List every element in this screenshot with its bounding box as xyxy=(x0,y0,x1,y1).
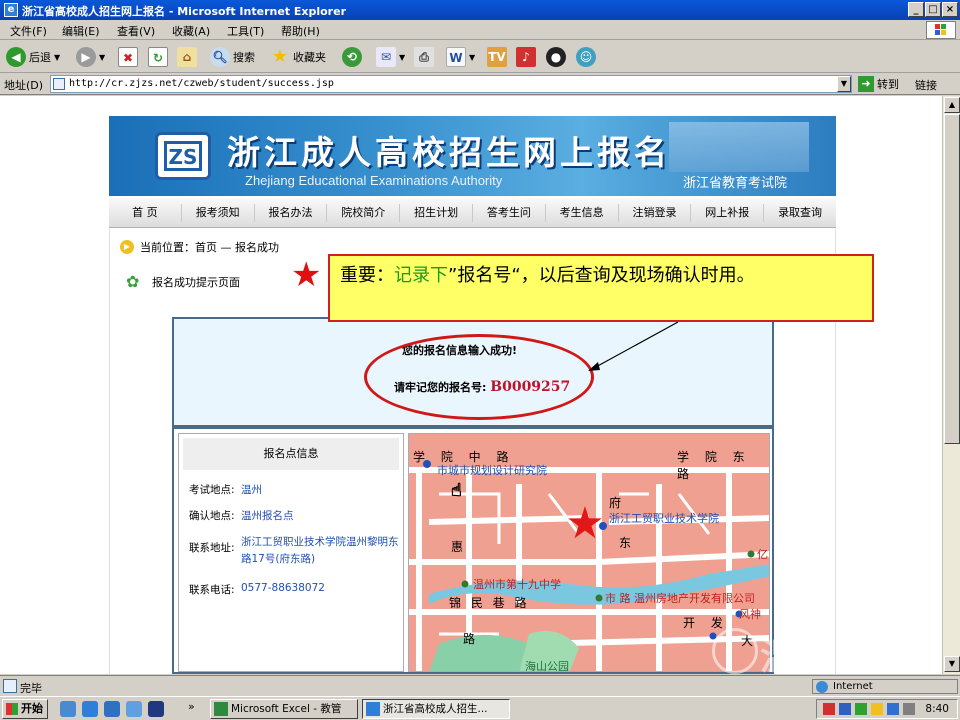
callout-star-icon: ★ xyxy=(291,255,322,295)
watermark: 温州大学 xyxy=(760,636,929,678)
refresh-icon: ↻ xyxy=(148,47,168,67)
refresh-button[interactable]: ↻ xyxy=(148,46,168,68)
important-callout: 重要：记录下”报名号“，以后查询及现场确认时用。 xyxy=(328,254,874,322)
home-button[interactable]: ⌂ xyxy=(177,46,197,68)
security-zone: Internet xyxy=(812,679,958,694)
system-tray: 8:40 xyxy=(816,699,958,719)
status-text: 完毕 xyxy=(20,682,42,695)
scroll-down-icon[interactable]: ▼ xyxy=(944,656,960,672)
callout-text: 重要：记录下”报名号“，以后查询及现场确认时用。 xyxy=(340,265,755,286)
toolbar: ◀ 后退 ▼ ▶ ▼ ✖ ↻ ⌂ 🔍︎ 搜索 ★ 收藏夹 ⟲ ✉ ▼ ⎙ W ▼… xyxy=(0,41,960,73)
go-arrow-icon: ➜ xyxy=(858,76,874,92)
quicklaunch-media-icon[interactable] xyxy=(126,701,142,717)
address-label: 地址(D) xyxy=(4,79,44,92)
scroll-up-icon[interactable]: ▲ xyxy=(944,97,960,113)
home-icon: ⌂ xyxy=(177,47,197,67)
maximize-button[interactable]: □ xyxy=(925,2,941,17)
star-icon: ★ xyxy=(271,46,289,67)
messenger-icon: ♪ xyxy=(516,47,536,67)
stop-button[interactable]: ✖ xyxy=(118,46,138,68)
mail-button[interactable]: ✉ ▼ xyxy=(376,46,405,68)
back-label: 后退 xyxy=(29,51,51,64)
back-arrow-icon: ◀ xyxy=(6,47,26,67)
search-label: 搜索 xyxy=(233,51,255,64)
quicklaunch-desktop-icon[interactable] xyxy=(60,701,76,717)
menu-bar: 文件(F) 编辑(E) 查看(V) 收藏(A) 工具(T) 帮助(H) xyxy=(0,20,960,40)
tray-misc-icon[interactable] xyxy=(903,703,915,715)
ie-icon: e xyxy=(4,3,18,17)
word-icon: W xyxy=(446,47,466,67)
address-url: http://cr.zjzs.net/czweb/student/success… xyxy=(69,78,334,89)
messenger-button[interactable]: ♪ xyxy=(516,46,536,68)
taskbar: 开始 » Microsoft Excel - 教管 浙江省高校成人招生... 8… xyxy=(0,696,960,720)
search-icon: 🔍︎ xyxy=(210,47,230,67)
title-bar: e 浙江省高校成人招生网上报名 - Microsoft Internet Exp… xyxy=(0,0,960,20)
minimize-button[interactable]: _ xyxy=(908,2,924,17)
forward-button[interactable]: ▶ ▼ xyxy=(76,46,105,68)
windows-logo-icon xyxy=(926,21,956,39)
quicklaunch-ie-icon[interactable] xyxy=(82,701,98,717)
print-button[interactable]: ⎙ xyxy=(414,46,434,68)
browser-content: ZS 浙江成人高校招生网上报名 Zhejiang Educational Exa… xyxy=(0,96,942,674)
page-icon xyxy=(53,78,65,90)
close-button[interactable]: × xyxy=(942,2,958,17)
scroll-thumb[interactable] xyxy=(944,114,960,444)
forward-arrow-icon: ▶ xyxy=(76,47,96,67)
status-bar: 完毕 Internet xyxy=(0,675,960,695)
stop-icon: ✖ xyxy=(118,47,138,67)
address-dropdown-icon[interactable]: ▼ xyxy=(837,76,851,92)
links-button[interactable]: 链接 xyxy=(915,77,937,93)
tv-button[interactable]: TV xyxy=(487,46,507,68)
tray-security-icon[interactable] xyxy=(823,703,835,715)
annotation-arrow xyxy=(588,321,679,371)
msn-button[interactable]: ☺ xyxy=(576,46,596,68)
window-title: 浙江省高校成人招生网上报名 - Microsoft Internet Explo… xyxy=(22,5,346,18)
tv-icon: TV xyxy=(487,47,507,67)
qq-button[interactable]: ● xyxy=(546,46,566,68)
tray-app-icon[interactable] xyxy=(887,703,899,715)
start-button[interactable]: 开始 xyxy=(2,699,48,719)
penguin-icon: ● xyxy=(546,47,566,67)
mail-icon: ✉ xyxy=(376,47,396,67)
excel-icon xyxy=(214,702,228,716)
go-label: 转到 xyxy=(877,78,899,91)
task-excel[interactable]: Microsoft Excel - 教管 xyxy=(210,699,358,719)
history-icon: ⟲ xyxy=(342,47,362,67)
menu-help[interactable]: 帮助(H) xyxy=(281,23,320,39)
clock[interactable]: 8:40 xyxy=(925,703,949,715)
search-button[interactable]: 🔍︎ 搜索 xyxy=(210,46,255,68)
menu-view[interactable]: 查看(V) xyxy=(117,23,155,39)
quicklaunch-chevron[interactable]: » xyxy=(188,700,195,713)
tray-ime-icon[interactable] xyxy=(871,703,883,715)
favorites-label: 收藏夹 xyxy=(293,51,326,64)
menu-favorites[interactable]: 收藏(A) xyxy=(172,23,210,39)
windows-flag-icon xyxy=(6,703,18,715)
menu-edit[interactable]: 编辑(E) xyxy=(62,23,100,39)
print-icon: ⎙ xyxy=(414,47,434,67)
university-seal xyxy=(712,628,758,674)
vertical-scrollbar[interactable]: ▲ ▼ xyxy=(942,96,960,674)
page-done-icon xyxy=(3,679,17,693)
globe-icon xyxy=(816,681,828,693)
task-ie[interactable]: 浙江省高校成人招生... xyxy=(362,699,510,719)
quicklaunch-app-icon[interactable] xyxy=(148,701,164,717)
menu-tools[interactable]: 工具(T) xyxy=(227,23,264,39)
address-bar: 地址(D) http://cr.zjzs.net/czweb/student/s… xyxy=(0,73,960,95)
tray-volume-icon[interactable] xyxy=(855,703,867,715)
ie-task-icon xyxy=(366,702,380,716)
back-button[interactable]: ◀ 后退 ▼ xyxy=(6,46,60,68)
menu-file[interactable]: 文件(F) xyxy=(10,23,47,39)
people-icon: ☺ xyxy=(576,47,596,67)
edit-button[interactable]: W ▼ xyxy=(446,46,475,68)
tray-network-icon[interactable] xyxy=(839,703,851,715)
history-button[interactable]: ⟲ xyxy=(342,46,362,68)
quicklaunch-outlook-icon[interactable] xyxy=(104,701,120,717)
go-button[interactable]: ➜ 转到 xyxy=(858,76,899,92)
favorites-button[interactable]: ★ 收藏夹 xyxy=(270,46,326,68)
address-input[interactable]: http://cr.zjzs.net/czweb/student/success… xyxy=(50,75,852,93)
